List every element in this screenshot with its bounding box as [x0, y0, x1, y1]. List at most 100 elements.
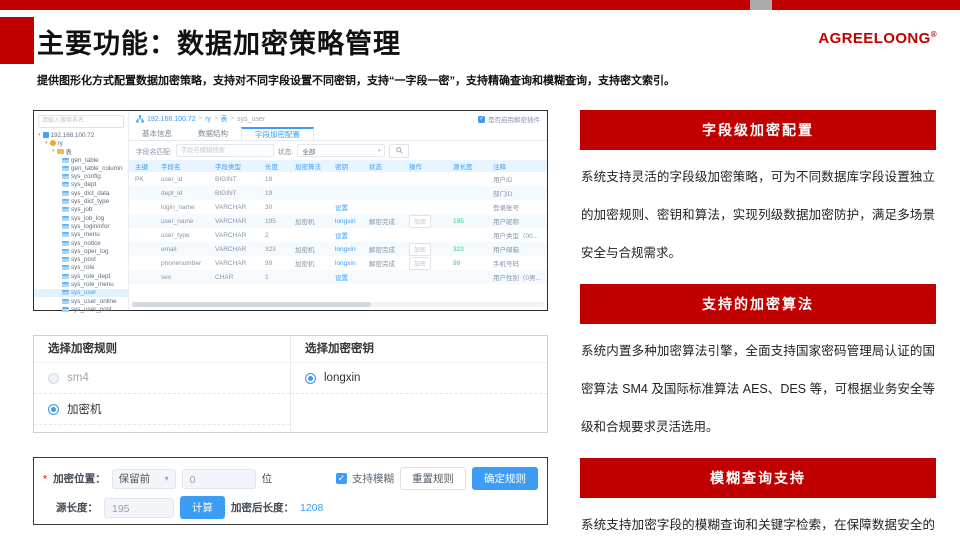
key-link[interactable]: 设置: [335, 202, 369, 212]
table-icon: [62, 207, 69, 213]
tree-table-item[interactable]: sys_job: [34, 206, 128, 214]
key-link[interactable]: 设置: [335, 230, 369, 240]
comment-cell: 用户昵称: [493, 219, 519, 226]
brand-logo-text: AGREELOONG: [818, 30, 931, 47]
breadcrumb-item[interactable]: 表: [221, 114, 228, 124]
tree-table-item[interactable]: sys_user: [34, 288, 128, 297]
algorithm-cell: 加密机: [295, 219, 315, 226]
field-row: phonenumber VARCHAR 99 加密机 longxin 解密完成 …: [129, 256, 547, 270]
tree-table-item[interactable]: sys_logininfor: [34, 222, 128, 230]
key-column: 选择加密密钥 longxin: [291, 336, 547, 432]
tree-table-item[interactable]: gen_table_column: [34, 164, 128, 172]
position-mode-select[interactable]: 保留前 ▾: [111, 468, 176, 489]
tree-table-label: sys_user_post: [71, 305, 112, 313]
db-tree-sidebar: 请输入搜索表名 ▾ 192.168.100.72 ▾ ry ▾ 表 gen_ta…: [34, 111, 129, 313]
filter-bar: 字段名匹配: 字段名模糊搜索 状态: 全部 ▾: [129, 141, 547, 160]
tree-table-item[interactable]: sys_role_dept: [34, 272, 128, 280]
tree-table-item[interactable]: sys_menu: [34, 231, 128, 239]
length-cell: 1: [265, 273, 269, 281]
breadcrumb-item-current: sys_user: [237, 115, 266, 123]
card-title-banner: 支持的加密算法: [580, 284, 936, 324]
position-count-input[interactable]: 0: [181, 468, 256, 489]
length-cell: 19: [265, 189, 273, 197]
encryption-rule-radio[interactable]: sm4: [34, 363, 290, 394]
algorithm-cell: 加密机: [295, 247, 315, 254]
tree-table-label: gen_table_column: [71, 164, 123, 172]
decrypt-plugin-checkbox[interactable]: ✓ 是否启用解密插件: [478, 114, 540, 124]
row-action-button[interactable]: 加密: [409, 242, 432, 256]
tree-table-item[interactable]: sys_post: [34, 255, 128, 263]
tree-search-input[interactable]: 请输入搜索表名: [38, 115, 124, 128]
length-cell: 2: [265, 231, 269, 239]
tree-table-label: sys_menu: [71, 231, 100, 239]
tree-table-item[interactable]: sys_dept: [34, 181, 128, 189]
tab[interactable]: 基本信息: [129, 127, 185, 140]
search-button[interactable]: [389, 143, 410, 158]
field-name-input[interactable]: 字段名模糊搜索: [175, 144, 274, 157]
table-icon: [62, 223, 69, 229]
table-icon: [62, 232, 69, 238]
column-header: 加密算法: [295, 164, 321, 171]
key-link[interactable]: longxin: [335, 218, 369, 225]
folder-icon: [56, 149, 64, 155]
table-header-row: 主键 字段名 字段类型 长度 加密算法 密钥 状态 操作 源长度 注释: [129, 160, 547, 172]
feature-card: 字段级加密配置 系统支持灵活的字段级加密策略，可为不同数据库字段设置独立的加密规…: [580, 110, 936, 272]
slide: 主要功能：数据加密策略管理 AGREELOONG® 提供图形化方式配置数据加密策…: [0, 0, 960, 540]
encrypted-length-label: 加密后长度：: [231, 502, 294, 514]
field-name-cell: email: [161, 245, 177, 253]
tree-table-item[interactable]: sys_dict_data: [34, 189, 128, 197]
tree-table-item[interactable]: sys_role_menu: [34, 280, 128, 288]
title-accent-block: [0, 17, 34, 64]
tree-node-server[interactable]: ▾ 192.168.100.72: [34, 131, 128, 139]
encryption-key-radio[interactable]: longxin: [291, 363, 547, 394]
tree-table-item[interactable]: sys_user_online: [34, 297, 128, 305]
radio-label: longxin: [324, 372, 361, 384]
tree-table-label: sys_job_log: [71, 214, 105, 222]
fuzzy-support-checkbox[interactable]: ✓ 支持模糊: [336, 471, 394, 486]
calc-button[interactable]: 计算: [180, 496, 225, 519]
comment-cell: 手机号码: [493, 261, 519, 268]
breadcrumb-item[interactable]: ry: [205, 116, 211, 123]
table-icon: [62, 182, 69, 188]
key-link[interactable]: longxin: [335, 260, 369, 267]
comment-cell: 用户性别（0男...: [493, 275, 542, 282]
tree-table-item[interactable]: sys_user_post: [34, 305, 128, 313]
reset-rule-button[interactable]: 重置规则: [400, 467, 466, 490]
scrollbar-thumb[interactable]: [132, 302, 371, 307]
pk-cell: PK: [135, 175, 144, 183]
tab[interactable]: 数据结构: [185, 127, 241, 140]
tab-bar: 基本信息 数据结构 字段加密配置: [129, 127, 547, 141]
tree-table-item[interactable]: sys_role: [34, 264, 128, 272]
comment-cell: 部门ID: [493, 191, 513, 198]
tree-table-item[interactable]: sys_oper_log: [34, 247, 128, 255]
confirm-rule-button[interactable]: 确定规则: [472, 467, 538, 490]
breadcrumb-item[interactable]: 192.168.100.72: [147, 116, 196, 123]
tree-node-tables-folder[interactable]: ▾ 表: [34, 148, 128, 156]
tree-table-item[interactable]: gen_table: [34, 156, 128, 164]
row-action-button[interactable]: 加密: [409, 214, 432, 228]
source-length-input[interactable]: 195: [104, 497, 174, 518]
status-select[interactable]: 全部 ▾: [297, 144, 386, 157]
tree-table-label: sys_post: [71, 256, 96, 264]
key-link[interactable]: longxin: [335, 246, 369, 253]
tab[interactable]: 字段加密配置: [241, 127, 314, 140]
position-mode-value: 保留前: [118, 473, 151, 485]
tree-table-item[interactable]: sys_job_log: [34, 214, 128, 222]
tree-table-label: sys_user_online: [71, 297, 117, 305]
tree-table-item[interactable]: sys_notice: [34, 239, 128, 247]
tree-table-label: sys_role_dept: [71, 272, 111, 280]
key-link[interactable]: 设置: [335, 272, 369, 282]
top-accent-bar: [0, 0, 960, 10]
radio-icon: [48, 403, 59, 415]
encryption-config-screenshot: 请输入搜索表名 ▾ 192.168.100.72 ▾ ry ▾ 表 gen_ta…: [33, 110, 548, 313]
row-action-button[interactable]: 加密: [409, 256, 432, 270]
encryption-rule-radio[interactable]: 加密机: [34, 394, 290, 425]
tree-table-item[interactable]: sys_dict_type: [34, 197, 128, 205]
radio-icon: [48, 372, 59, 384]
comment-cell: 用户邮箱: [493, 247, 519, 254]
status-filter-label: 状态:: [277, 148, 294, 156]
check-icon: ✓: [337, 473, 346, 483]
tree-table-item[interactable]: sys_config: [34, 172, 128, 180]
tree-node-schema[interactable]: ▾ ry: [34, 139, 128, 147]
horizontal-scrollbar[interactable]: [132, 302, 544, 307]
